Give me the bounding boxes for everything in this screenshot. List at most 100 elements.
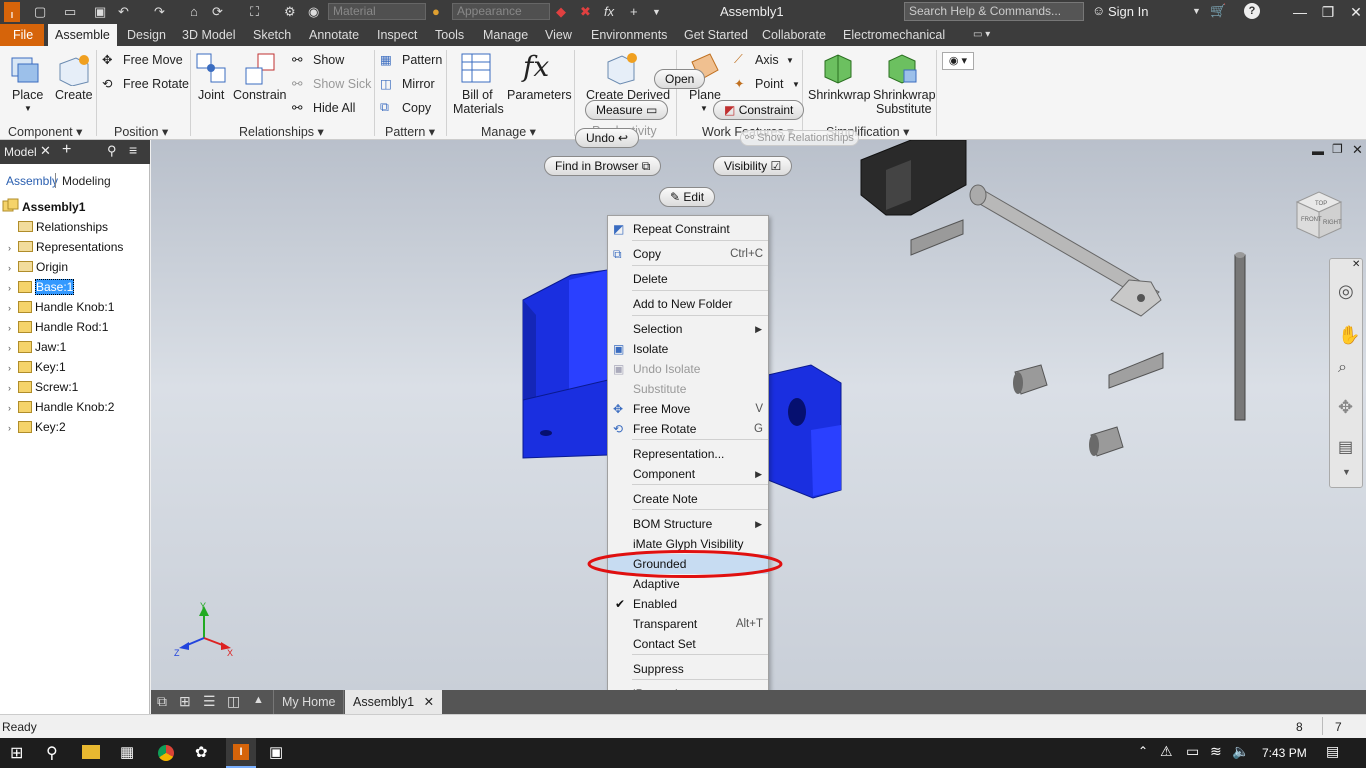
orbit-icon[interactable]: ✥ [1338, 397, 1353, 418]
tab-tools[interactable]: Tools [428, 24, 471, 46]
context-menu-item[interactable]: ⟲ Free Rotate G [608, 419, 768, 439]
bill-of-materials-button-line2[interactable]: Materials [453, 102, 504, 116]
bill-of-materials-button[interactable]: Bill of [462, 88, 493, 102]
material-dropdown[interactable]: Material [328, 3, 426, 20]
notifications-icon[interactable]: ▤ [1326, 743, 1339, 760]
user-icon[interactable]: ☺ [1092, 3, 1105, 18]
tree-root-assembly[interactable]: Assembly1 [2, 197, 85, 217]
inventor-taskbar-icon[interactable]: I [226, 738, 256, 768]
panel-pattern[interactable]: Pattern ▾ [385, 124, 435, 139]
tree-item[interactable]: Relationships [8, 217, 108, 237]
expand-arrow-icon[interactable]: › [8, 318, 18, 338]
browser-tab-model[interactable]: Model [4, 145, 37, 159]
handle-knob-1[interactable] [1013, 364, 1048, 395]
pan-icon[interactable]: ✋ [1338, 325, 1360, 346]
copy-button[interactable]: Copy [402, 101, 431, 115]
context-menu-item[interactable]: ◩ Repeat Constraint [608, 219, 768, 239]
qat-dropdown-icon[interactable]: ▼ [652, 3, 661, 21]
doc-tab-assembly1[interactable]: Assembly1 ✕ [345, 690, 443, 714]
shrinkwrap-button[interactable]: Shrinkwrap [808, 88, 871, 102]
expand-arrow-icon[interactable]: › [8, 258, 18, 278]
browser-mode-assembly[interactable]: Assembly [6, 174, 58, 188]
axis-button[interactable]: Axis [755, 53, 779, 67]
context-menu-item[interactable]: Selection ▶ [608, 319, 768, 339]
select-filter-icon[interactable]: ⛶ [250, 3, 259, 21]
joint-button[interactable]: Joint [198, 88, 224, 102]
key-part-1[interactable] [910, 219, 964, 256]
context-menu-item[interactable]: Representation... [608, 444, 768, 464]
browser-close-icon[interactable]: ✕ [40, 143, 51, 159]
navbar-options-icon[interactable]: ▼ [1342, 467, 1351, 477]
browser-menu-icon[interactable]: ≡ [129, 142, 137, 158]
viewport-restore-icon[interactable]: ❐ [1332, 142, 1343, 156]
handle-rod-part[interactable] [969, 184, 1162, 317]
appearance-icon[interactable]: ● [432, 3, 440, 21]
navbar-close-icon[interactable]: ✕ [1352, 259, 1360, 270]
calendar-app-icon[interactable]: ▦ [120, 743, 134, 761]
tab-assemble[interactable]: Assemble [48, 24, 117, 46]
save-icon[interactable]: ▣ [94, 3, 106, 21]
sign-in-button[interactable]: Sign In [1108, 4, 1148, 19]
browser-mode-modeling[interactable]: Modeling [62, 174, 111, 188]
create-button[interactable]: Create [55, 88, 93, 102]
tree-item[interactable]: › Key:1 [8, 357, 66, 377]
update-icon[interactable]: ⟳ [212, 3, 223, 21]
context-menu-item[interactable]: Component ▶ [608, 464, 768, 484]
tab-inspect[interactable]: Inspect [370, 24, 424, 46]
expand-arrow-icon[interactable]: › [8, 378, 18, 398]
redo-icon[interactable]: ↷ [154, 3, 165, 21]
point-dropdown-icon[interactable]: ▼ [792, 80, 800, 89]
context-menu-item[interactable]: Suppress [608, 659, 768, 679]
cart-icon[interactable]: 🛒 [1210, 3, 1226, 19]
search-help-input[interactable]: Search Help & Commands... [904, 2, 1084, 21]
context-menu-item[interactable]: ▣ Isolate [608, 339, 768, 359]
context-menu-item[interactable]: ▣ Undo Isolate [608, 359, 768, 379]
mirror-button[interactable]: Mirror [402, 77, 435, 91]
windows-start-icon[interactable]: ⊞ [10, 743, 23, 763]
expand-arrow-icon[interactable]: › [8, 338, 18, 358]
expand-arrow-icon[interactable]: › [8, 238, 18, 258]
viewport-close-icon[interactable]: ✕ [1352, 142, 1363, 158]
tab-electromechanical[interactable]: Electromechanical [836, 24, 952, 46]
tab-collaborate[interactable]: Collaborate [755, 24, 833, 46]
show-relationships-button[interactable]: ⚯ Show Relationships [740, 130, 859, 146]
panel-position[interactable]: Position ▾ [114, 124, 168, 139]
constrain-button[interactable]: Constrain [233, 88, 287, 102]
tab-annotate[interactable]: Annotate [302, 24, 366, 46]
edit-button[interactable]: ✎ Edit [659, 187, 716, 207]
taskbar-search-icon[interactable]: ⚲ [46, 743, 58, 763]
doc-tab-close-icon[interactable]: ✕ [424, 695, 434, 709]
tray-action-icon[interactable]: ⚠ [1160, 743, 1173, 760]
axis-dropdown-icon[interactable]: ▼ [786, 56, 794, 65]
maximize-button[interactable]: ❐ [1314, 2, 1342, 22]
undo-button[interactable]: Undo ↩ [575, 128, 640, 148]
screw-part[interactable] [1234, 252, 1246, 421]
context-menu-item[interactable]: Transparent Alt+T [608, 614, 768, 634]
expand-arrow-icon[interactable]: › [8, 358, 18, 378]
free-rotate-button[interactable]: Free Rotate [123, 77, 189, 91]
parameters-button[interactable]: Parameters [507, 88, 572, 102]
context-menu-item[interactable]: BOM Structure ▶ [608, 514, 768, 534]
context-menu-item[interactable]: Create Note [608, 489, 768, 509]
panel-relationships[interactable]: Relationships ▾ [239, 124, 324, 139]
context-menu-item[interactable]: Substitute [608, 379, 768, 399]
key-part-2[interactable] [1108, 352, 1164, 389]
tab-design[interactable]: Design [120, 24, 173, 46]
context-menu-item[interactable]: ⧉ Copy Ctrl+C [608, 244, 768, 264]
color-wheel-icon[interactable]: ◉ [308, 3, 319, 21]
minimize-button[interactable]: — [1286, 2, 1314, 22]
tab-manage[interactable]: Manage [476, 24, 535, 46]
tab-file[interactable]: File [0, 24, 44, 46]
shrinkwrap-substitute-button-line2[interactable]: Substitute [876, 102, 932, 116]
show-button[interactable]: Show [313, 53, 344, 67]
visibility-button[interactable]: Visibility ☑ [713, 156, 793, 176]
expand-arrow-icon[interactable]: › [8, 398, 18, 418]
plane-button[interactable]: Plane [689, 88, 721, 102]
viewcube[interactable]: FRONT RIGHT TOP [1289, 184, 1349, 244]
context-menu-item[interactable]: Delete [608, 269, 768, 289]
constraint-button[interactable]: ◩ Constraint [713, 100, 805, 120]
panel-component[interactable]: Component ▾ [8, 124, 82, 139]
close-button[interactable]: ✕ [1342, 2, 1366, 22]
clock[interactable]: 7:43 PM [1262, 746, 1307, 760]
steering-wheel-icon[interactable]: ◎ [1338, 281, 1354, 302]
